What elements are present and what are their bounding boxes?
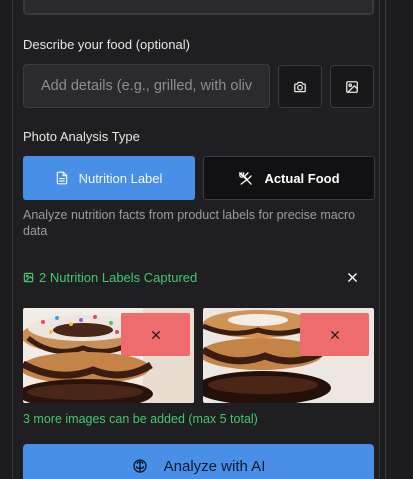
- camera-icon: [294, 81, 306, 92]
- nutrition-label-option-text: Nutrition Label: [78, 170, 163, 186]
- actual-food-option-text: Actual Food: [264, 170, 340, 186]
- image-icon: [23, 272, 34, 283]
- brain-icon: [132, 459, 147, 473]
- utensils-icon: [239, 171, 253, 185]
- clear-captures-button[interactable]: [344, 269, 360, 285]
- image-icon: [346, 80, 358, 93]
- describe-label: Describe your food (optional): [23, 37, 190, 52]
- analyze-with-ai-label: Analyze with AI: [163, 457, 266, 475]
- gallery-button[interactable]: [330, 65, 374, 108]
- actual-food-option[interactable]: Actual Food: [203, 156, 375, 200]
- captured-image-2[interactable]: [203, 308, 374, 403]
- describe-food-placeholder: Add details (e.g., grilled, with oliv: [41, 78, 253, 94]
- describe-food-input[interactable]: Add details (e.g., grilled, with oliv: [23, 64, 270, 108]
- captured-status: 2 Nutrition Labels Captured: [23, 270, 197, 285]
- remaining-images-text: 3 more images can be added (max 5 total): [23, 412, 258, 426]
- close-icon: [151, 330, 160, 339]
- analyze-with-ai-button[interactable]: Analyze with AI: [23, 444, 374, 479]
- nutrition-label-option[interactable]: Nutrition Label: [23, 156, 195, 200]
- remove-image-1-button[interactable]: [121, 313, 190, 356]
- analysis-hint: Analyze nutrition facts from product lab…: [23, 208, 356, 238]
- previous-field[interactable]: [23, 0, 374, 15]
- panel-divider: [385, 0, 386, 479]
- close-icon: [347, 272, 357, 282]
- camera-button[interactable]: [278, 65, 322, 108]
- document-icon: [56, 171, 67, 185]
- analysis-type-label: Photo Analysis Type: [23, 129, 140, 144]
- captured-status-text: 2 Nutrition Labels Captured: [39, 270, 198, 285]
- close-icon: [330, 330, 339, 339]
- remove-image-2-button[interactable]: [300, 313, 369, 356]
- captured-image-1[interactable]: [23, 308, 194, 403]
